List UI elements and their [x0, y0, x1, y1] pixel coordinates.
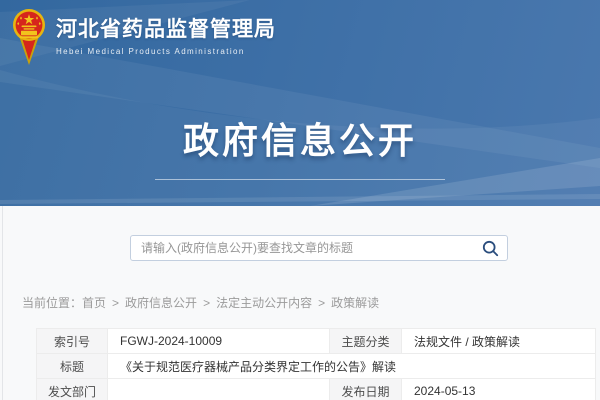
breadcrumb-item-policy-interpretation[interactable]: 政策解读	[331, 296, 379, 310]
breadcrumb-label: 当前位置：	[22, 296, 82, 310]
breadcrumb-separator: >	[318, 296, 325, 310]
search-input[interactable]	[131, 236, 473, 260]
site-logo[interactable]: 河北省药品监督管理局 Hebei Medical Products Admini…	[12, 8, 276, 66]
title-label: 标题	[37, 354, 108, 379]
search-icon	[482, 240, 499, 257]
table-row: 标题 《关于规范医疗器械产品分类界定工作的公告》解读	[37, 354, 596, 379]
breadcrumb-separator: >	[203, 296, 210, 310]
index-number-label: 索引号	[37, 329, 108, 354]
org-name: 河北省药品监督管理局	[56, 18, 276, 42]
breadcrumb-item-home[interactable]: 首页	[82, 296, 106, 310]
breadcrumb-item-statutory-disclosure[interactable]: 法定主动公开内容	[216, 296, 312, 310]
publish-date-label: 发布日期	[330, 379, 402, 400]
search-box	[130, 235, 508, 261]
content-area: 当前位置：首页 > 政府信息公开 > 法定主动公开内容 > 政策解读 索引号 FGWJ-20…	[0, 206, 600, 400]
topic-category-label: 主题分类	[330, 329, 402, 354]
table-row: 发文部门 发布日期 2024-05-13	[37, 379, 596, 400]
breadcrumb: 当前位置：首页 > 政府信息公开 > 法定主动公开内容 > 政策解读	[22, 294, 600, 311]
table-row: 索引号 FGWJ-2024-10009 主题分类 法规文件 / 政策解读	[37, 329, 596, 354]
china-national-emblem-icon	[12, 8, 46, 66]
org-name-english: Hebei Medical Products Administration	[56, 47, 276, 56]
title-value: 《关于规范医疗器械产品分类界定工作的公告》解读	[108, 354, 596, 379]
page-title: 政府信息公开	[183, 112, 417, 164]
breadcrumb-separator: >	[112, 296, 119, 310]
issuing-department-label: 发文部门	[37, 379, 108, 400]
search-button[interactable]	[473, 236, 507, 260]
topic-category-value: 法规文件 / 政策解读	[402, 329, 596, 354]
issuing-department-value	[108, 379, 330, 400]
publish-date-value: 2024-05-13	[402, 379, 596, 400]
breadcrumb-item-gov-info[interactable]: 政府信息公开	[125, 296, 197, 310]
document-info-table: 索引号 FGWJ-2024-10009 主题分类 法规文件 / 政策解读 标题 …	[36, 328, 596, 400]
title-underline	[155, 179, 445, 180]
index-number-value: FGWJ-2024-10009	[108, 329, 330, 354]
page-header-banner: 河北省药品监督管理局 Hebei Medical Products Admini…	[0, 0, 600, 206]
